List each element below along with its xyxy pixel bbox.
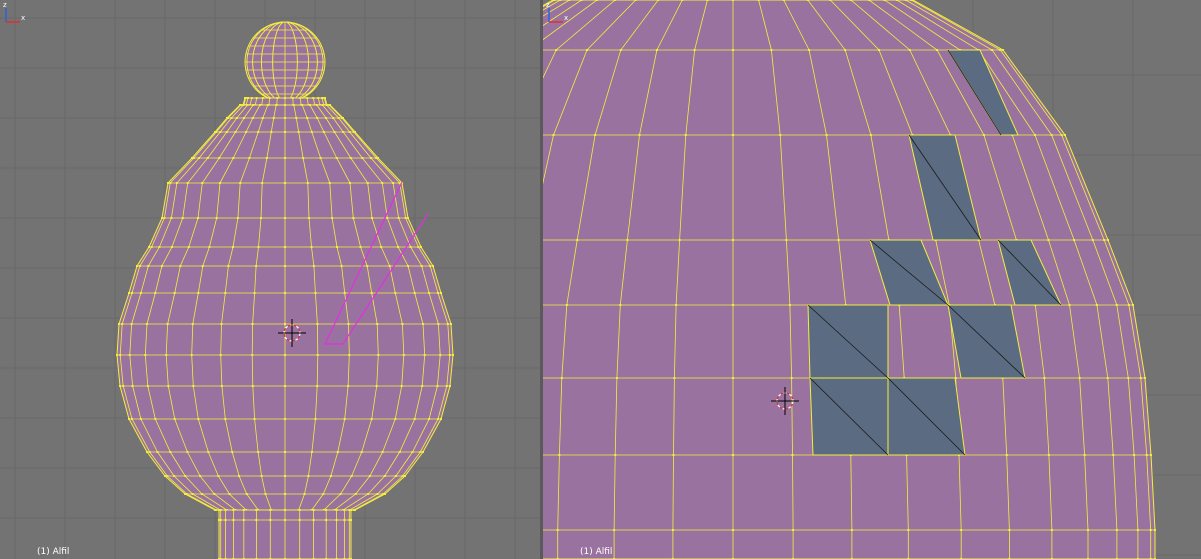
base-mesh <box>218 509 352 559</box>
sphere-mesh <box>244 21 326 103</box>
viewport-left[interactable]: z x (1) Alfil <box>0 0 540 559</box>
object-name-label: (1) Alfil <box>37 547 70 557</box>
axis-z-label: z <box>3 1 7 9</box>
zoomed-body-mesh <box>543 0 1156 559</box>
viewport-right-canvas[interactable] <box>543 0 1201 559</box>
axis-z-label: z <box>546 1 550 9</box>
axis-x-label: x <box>21 14 25 22</box>
viewport-right[interactable]: z x (1) Alfil <box>543 0 1201 559</box>
viewport-left-canvas[interactable] <box>0 0 540 559</box>
axis-gizmo-icon: z x <box>546 1 568 23</box>
axis-x-label: x <box>564 14 568 22</box>
object-name-label: (1) Alfil <box>580 547 613 557</box>
body-mesh <box>116 104 454 511</box>
axis-gizmo-icon: z x <box>3 1 25 23</box>
